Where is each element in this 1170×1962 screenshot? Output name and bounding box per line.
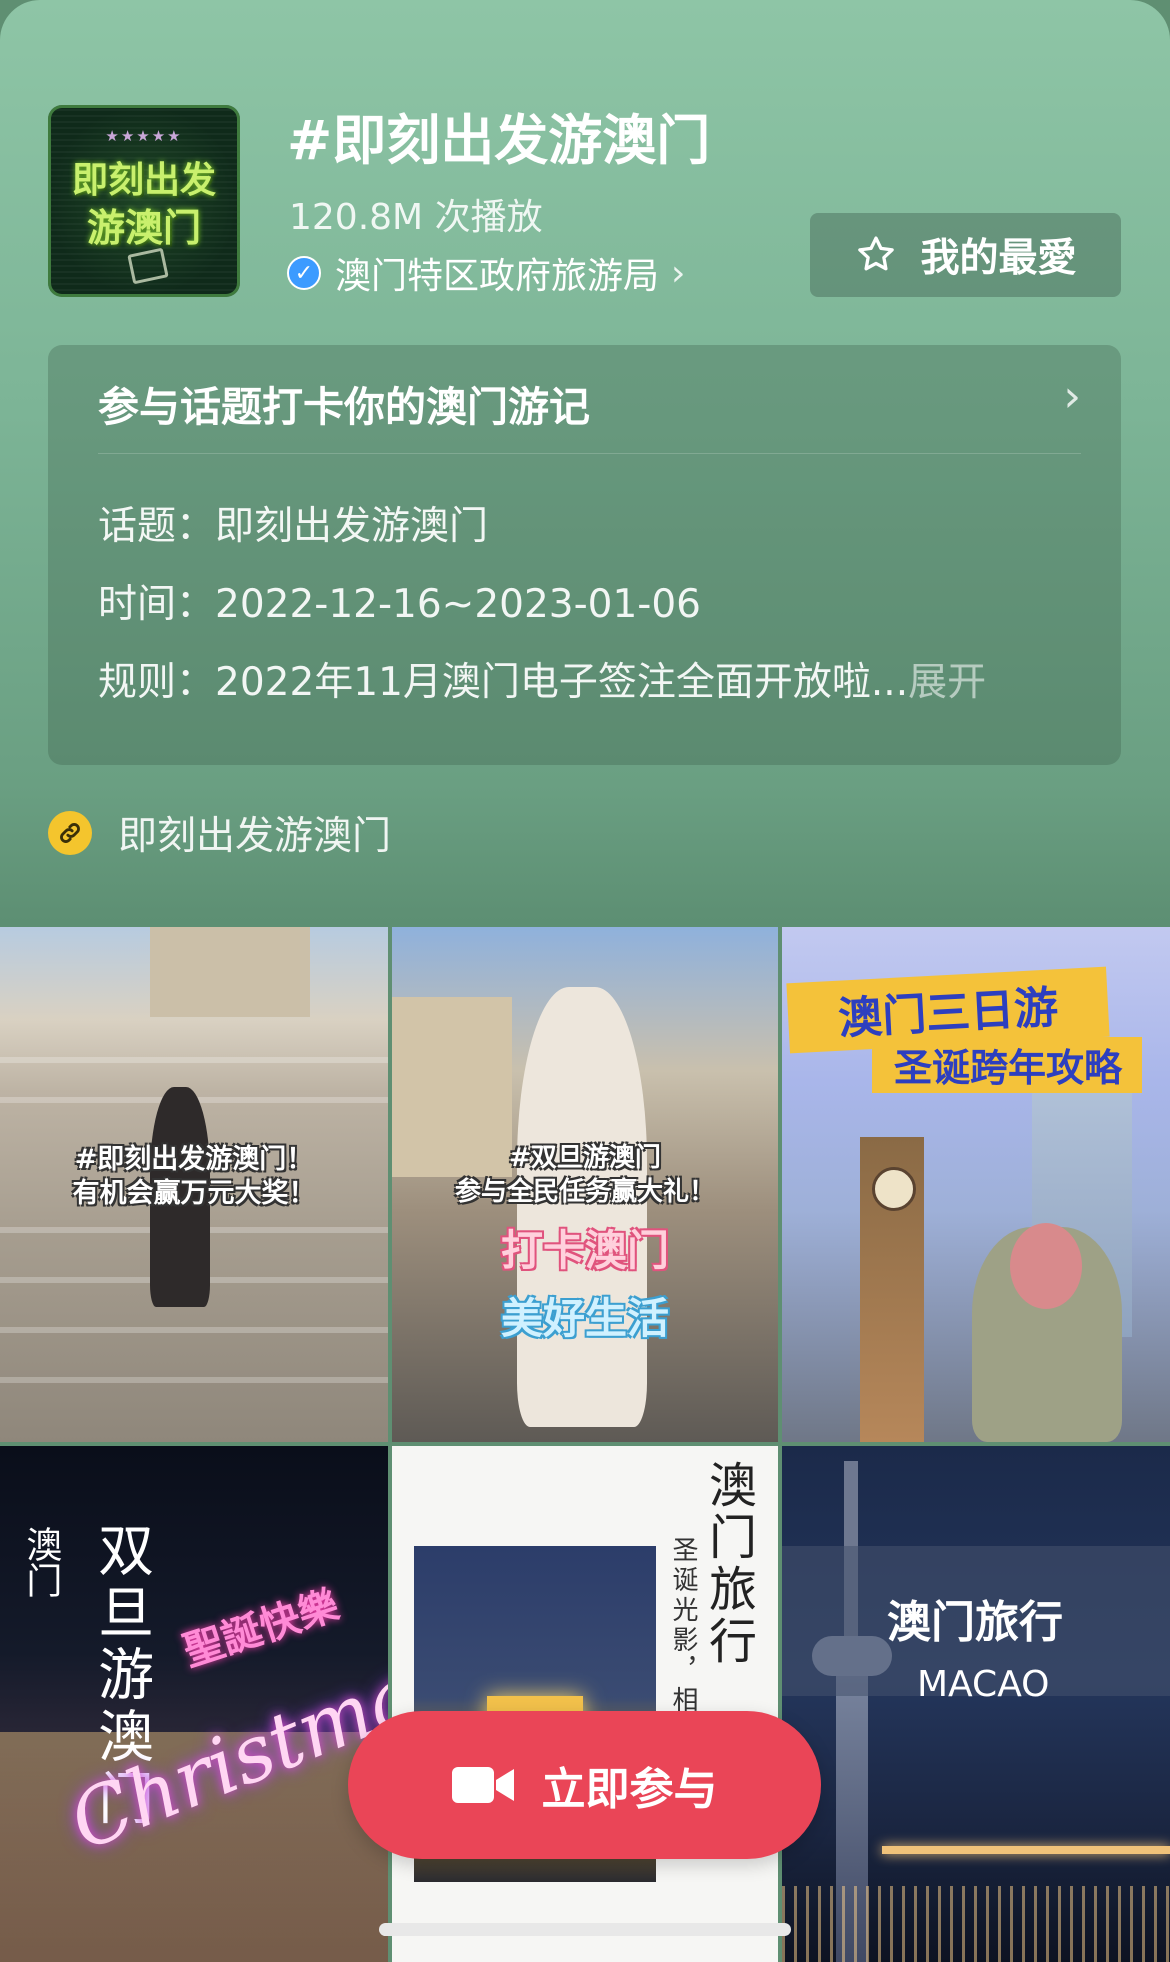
row-label: 规则： — [98, 660, 216, 705]
person-head — [1010, 1223, 1082, 1309]
row-value: 即刻出发游澳门 — [215, 504, 489, 549]
related-link[interactable]: 即刻出发游澳门 — [48, 808, 392, 859]
topic-title: #即刻出发游澳门 — [287, 109, 711, 172]
stair-line — [0, 1057, 388, 1063]
clock-face — [872, 1167, 916, 1211]
video-caption: 圣诞跨年攻略 — [894, 1046, 1123, 1090]
chevron-right-icon: › — [1063, 371, 1081, 422]
expand-link[interactable]: 展开 — [908, 660, 986, 705]
camera-sticker-icon — [127, 247, 169, 285]
video-caption: 澳门旅行 — [700, 1460, 756, 1668]
video-thumbnail[interactable]: 澳门三日游 圣诞跨年攻略 — [782, 927, 1170, 1442]
video-caption: 有机会赢万元大奖！ — [72, 1178, 316, 1209]
video-caption: 参与全民任务赢大礼！ — [454, 1177, 715, 1207]
home-indicator[interactable] — [379, 1923, 791, 1936]
video-caption: #双旦游澳门 — [509, 1143, 661, 1173]
topic-info-card[interactable]: 参与话题打卡你的澳门游记 › 话题：即刻出发游澳门 时间：2022-12-16~… — [48, 345, 1121, 765]
divider — [98, 453, 1081, 454]
publisher-link[interactable]: ✓ 澳门特区政府旅游局 › — [287, 248, 685, 298]
stars-decoration: ★★★★★ — [105, 127, 183, 145]
publisher-name: 澳门特区政府旅游局 — [335, 256, 660, 297]
video-thumbnail[interactable]: 澳门旅行 MACAO — [782, 1446, 1170, 1962]
verified-badge-icon: ✓ — [287, 256, 321, 290]
rules-row: 规则：2022年11月澳门电子签注全面开放啦...展开 — [98, 651, 986, 707]
ruins-facade — [150, 927, 310, 1017]
city-lights — [782, 1886, 1170, 1962]
join-now-button[interactable]: 立即参与 — [348, 1711, 821, 1859]
video-thumbnail[interactable]: #即刻出发游澳门！ 有机会赢万元大奖！ — [0, 927, 388, 1442]
topic-row: 话题：即刻出发游澳门 — [98, 495, 488, 551]
play-count: 120.8M 次播放 — [289, 197, 543, 238]
row-label: 话题： — [98, 504, 216, 549]
video-caption: 聖誕快樂 — [178, 1582, 345, 1676]
video-caption: MACAO — [917, 1664, 1050, 1705]
video-caption: 圣诞光影，相 — [668, 1536, 698, 1716]
join-now-label: 立即参与 — [541, 1764, 718, 1815]
video-caption: 澳门旅行 — [887, 1597, 1063, 1648]
row-label: 时间： — [98, 582, 216, 627]
star-outline-icon — [858, 236, 895, 271]
video-caption: 澳门三日游 — [837, 982, 1060, 1045]
video-caption: 打卡澳门 — [500, 1226, 669, 1275]
video-thumbnail[interactable]: 澳门 双旦游澳门 聖誕快樂 Christmas — [0, 1446, 388, 1962]
time-row: 时间：2022-12-16~2023-01-06 — [98, 573, 701, 629]
video-thumbnail[interactable]: 澳门旅行 圣诞光影，相 — [392, 1446, 778, 1962]
video-caption: 美好生活 — [500, 1294, 669, 1343]
favorite-button[interactable]: 我的最愛 — [810, 213, 1121, 297]
favorite-label: 我的最愛 — [920, 236, 1077, 281]
cover-text-line1: 即刻出发 — [71, 160, 216, 201]
video-camera-icon — [451, 1767, 514, 1803]
topic-cover-image: ★★★★★ 即刻出发 游澳门 — [48, 105, 240, 297]
topic-card-heading: 参与话题打卡你的澳门游记 — [98, 383, 590, 431]
stair-line — [0, 1377, 388, 1383]
related-link-label: 即刻出发游澳门 — [118, 814, 392, 859]
chevron-right-icon: › — [671, 252, 686, 294]
cover-text-line2: 游澳门 — [86, 206, 201, 250]
bridge — [882, 1846, 1170, 1854]
topic-page: ★★★★★ 即刻出发 游澳门 #即刻出发游澳门 120.8M 次播放 ✓ 澳门特… — [0, 0, 1170, 1962]
stair-line — [0, 1327, 388, 1333]
link-icon — [48, 811, 92, 855]
row-value: 2022年11月澳门电子签注全面开放啦... — [215, 660, 909, 705]
video-caption: 澳门 — [20, 1526, 62, 1598]
video-thumbnail[interactable]: #双旦游澳门 参与全民任务赢大礼！ 打卡澳门 美好生活 — [392, 927, 778, 1442]
row-value: 2022-12-16~2023-01-06 — [215, 582, 701, 627]
